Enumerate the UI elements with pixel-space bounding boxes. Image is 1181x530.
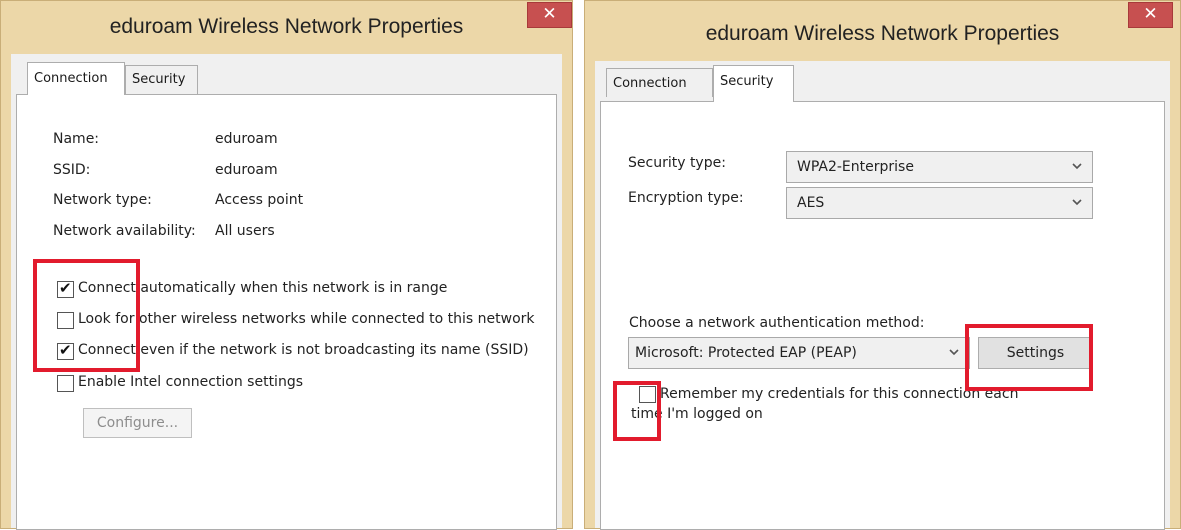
tab-connection[interactable]: Connection: [606, 68, 713, 97]
auth-method-value: Microsoft: Protected EAP (PEAP): [635, 345, 857, 361]
tab-connection-label: Connection: [34, 71, 108, 86]
auth-method-select[interactable]: Microsoft: Protected EAP (PEAP): [628, 337, 970, 369]
security-type-select[interactable]: WPA2-Enterprise: [786, 151, 1093, 183]
ssid-label: SSID:: [53, 162, 91, 178]
security-tab-panel: Security type: WPA2-Enterprise Encryptio…: [600, 101, 1165, 530]
tab-connection-label: Connection: [613, 76, 687, 91]
enable-intel-settings-checkbox[interactable]: [57, 375, 74, 392]
close-button[interactable]: ✕: [1128, 2, 1173, 28]
network-availability-value: All users: [215, 223, 275, 239]
network-availability-label: Network availability:: [53, 223, 196, 239]
security-properties-window: eduroam Wireless Network Properties ✕ Co…: [584, 0, 1181, 530]
chevron-down-icon: [1072, 199, 1082, 206]
tab-connection[interactable]: Connection: [27, 62, 125, 95]
highlight-box-remember: [613, 381, 661, 441]
security-type-label: Security type:: [628, 155, 726, 171]
enable-intel-settings-label[interactable]: Enable Intel connection settings: [78, 374, 303, 390]
tab-strip: Connection Security: [595, 61, 1170, 102]
window-title: eduroam Wireless Network Properties: [705, 22, 1060, 45]
close-button[interactable]: ✕: [527, 2, 572, 28]
tab-security[interactable]: Security: [713, 65, 794, 102]
auth-method-label: Choose a network authentication method:: [629, 315, 925, 331]
encryption-type-select[interactable]: AES: [786, 187, 1093, 219]
name-label: Name:: [53, 131, 100, 147]
close-icon: ✕: [542, 4, 557, 24]
encryption-type-label: Encryption type:: [628, 190, 744, 206]
tab-security-label: Security: [132, 72, 186, 87]
tab-security[interactable]: Security: [125, 65, 198, 94]
title-bar[interactable]: eduroam Wireless Network Properties ✕: [585, 1, 1180, 53]
security-type-value: WPA2-Enterprise: [797, 159, 914, 175]
window-title: eduroam Wireless Network Properties: [109, 15, 464, 38]
ssid-value: eduroam: [215, 162, 278, 178]
connection-properties-window: eduroam Wireless Network Properties ✕ Co…: [0, 0, 573, 530]
dialog-client-area: Connection Security Security type: WPA2-…: [595, 61, 1170, 530]
close-icon: ✕: [1143, 4, 1158, 24]
tab-strip: Connection Security: [11, 54, 562, 95]
network-type-value: Access point: [215, 192, 304, 208]
look-for-other-networks-label[interactable]: Look for other wireless networks while c…: [78, 311, 535, 327]
network-type-label: Network type:: [53, 192, 152, 208]
highlight-box-settings: [965, 324, 1093, 391]
connect-not-broadcasting-label[interactable]: Connect even if the network is not broad…: [78, 342, 529, 358]
tab-security-label: Security: [720, 74, 774, 89]
name-value: eduroam: [215, 131, 278, 147]
chevron-down-icon: [949, 349, 959, 356]
chevron-down-icon: [1072, 163, 1082, 170]
highlight-box-checkboxes: [33, 259, 140, 372]
title-bar[interactable]: eduroam Wireless Network Properties ✕: [1, 1, 572, 53]
configure-button[interactable]: Configure...: [83, 408, 192, 438]
encryption-type-value: AES: [797, 195, 825, 211]
